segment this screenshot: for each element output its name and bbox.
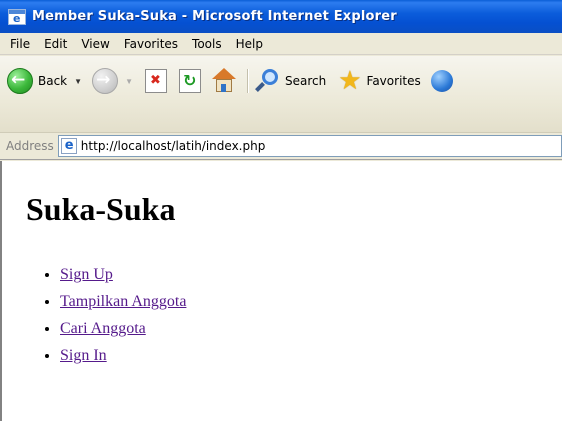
standard-toolbar: Back ▼ ▼ Search ★ Favorites: [0, 56, 562, 133]
page-heading: Suka-Suka: [26, 191, 176, 227]
menu-favorites[interactable]: Favorites: [117, 37, 185, 51]
favorites-star-icon: ★: [338, 66, 362, 96]
forward-button[interactable]: ▼: [92, 68, 133, 94]
back-icon: [7, 68, 33, 94]
favorites-label: Favorites: [366, 74, 421, 88]
toolbar-separator: [246, 69, 248, 93]
page-content: Suka-Suka Sign Up Tampilkan Anggota Cari…: [0, 161, 562, 421]
menu-edit[interactable]: Edit: [37, 37, 74, 51]
link-tampilkan-anggota[interactable]: Tampilkan Anggota: [60, 293, 186, 310]
back-button[interactable]: Back ▼: [7, 68, 82, 94]
list-item: Sign Up: [60, 261, 186, 288]
refresh-icon: [178, 69, 201, 93]
stop-button[interactable]: [144, 69, 167, 93]
search-label: Search: [284, 74, 327, 88]
search-icon: [254, 68, 280, 94]
title-bar[interactable]: Member Suka-Suka - Microsoft Internet Ex…: [0, 0, 562, 33]
home-icon: [211, 68, 237, 94]
media-button[interactable]: [425, 70, 453, 92]
address-url[interactable]: http://localhost/latih/index.php: [81, 139, 266, 153]
menu-help[interactable]: Help: [229, 37, 270, 51]
link-sign-up[interactable]: Sign Up: [60, 266, 113, 283]
back-label: Back: [38, 74, 68, 88]
address-label: Address: [6, 139, 54, 153]
list-item: Sign In: [60, 342, 186, 369]
back-dropdown-icon[interactable]: ▼: [74, 77, 82, 86]
search-button[interactable]: Search: [254, 68, 326, 94]
address-bar: Address http://localhost/latih/index.php: [0, 133, 562, 160]
page-icon: [60, 138, 77, 154]
link-cari-anggota[interactable]: Cari Anggota: [60, 320, 146, 337]
menu-bar: File Edit View Favorites Tools Help: [0, 33, 562, 55]
stop-icon: [144, 69, 167, 93]
forward-dropdown-icon[interactable]: ▼: [125, 77, 133, 86]
list-item: Cari Anggota: [60, 315, 186, 342]
link-sign-in[interactable]: Sign In: [60, 347, 107, 364]
favorites-button[interactable]: ★ Favorites: [338, 68, 421, 94]
link-list: Sign Up Tampilkan Anggota Cari Anggota S…: [60, 261, 186, 369]
address-input[interactable]: http://localhost/latih/index.php: [57, 135, 562, 157]
home-button[interactable]: [211, 68, 237, 94]
media-icon: [430, 70, 453, 92]
window-title: Member Suka-Suka - Microsoft Internet Ex…: [32, 9, 397, 24]
menu-tools[interactable]: Tools: [185, 37, 229, 51]
ie-icon: [8, 8, 26, 25]
menu-view[interactable]: View: [74, 37, 116, 51]
refresh-button[interactable]: [178, 69, 201, 93]
forward-icon: [92, 68, 119, 94]
list-item: Tampilkan Anggota: [60, 288, 186, 315]
menu-file[interactable]: File: [3, 37, 37, 51]
